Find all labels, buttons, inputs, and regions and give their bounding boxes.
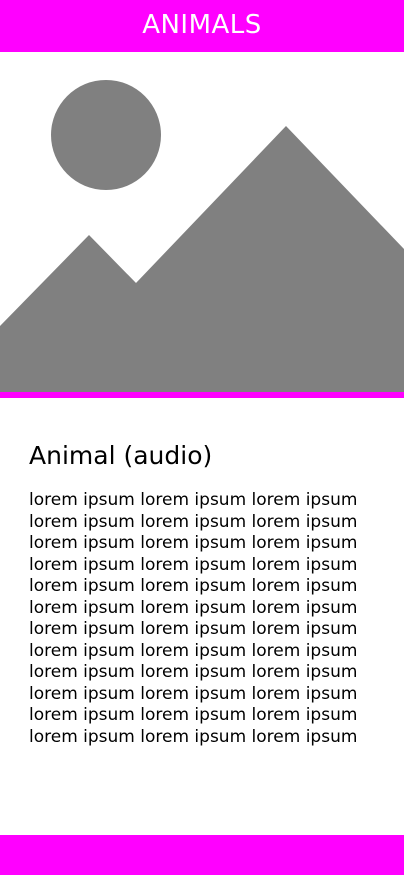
body-line: lorem ipsum lorem ipsum lorem ipsum — [29, 554, 358, 575]
article-body: lorem ipsum lorem ipsum lorem ipsum lore… — [29, 490, 389, 748]
body-line: lorem ipsum lorem ipsum lorem ipsum — [29, 619, 358, 639]
header-bar: ANIMALS — [0, 0, 404, 52]
body-line: lorem ipsum lorem ipsum lorem ipsum — [29, 640, 358, 661]
body-line: lorem ipsum lorem ipsum lorem ipsum — [29, 683, 358, 704]
body-line: lorem ipsum lorem ipsum lorem ipsum — [29, 597, 358, 618]
image-placeholder-icon — [0, 80, 404, 392]
footer-bar — [0, 835, 404, 875]
article-content: Animal (audio) lorem ipsum lorem ipsum l… — [29, 438, 389, 748]
body-line: lorem ipsum lorem ipsum lorem ipsum — [29, 490, 358, 510]
body-line: lorem ipsum lorem ipsum lorem ipsum — [29, 662, 358, 682]
body-line: lorem ipsum lorem ipsum lorem ipsum — [29, 511, 358, 532]
app-screen: ANIMALS Animal (audio) lorem ipsum lorem… — [0, 0, 404, 875]
hero-image — [0, 52, 404, 392]
body-line: lorem ipsum lorem ipsum lorem ipsum — [29, 705, 358, 725]
article-title: Animal (audio) — [29, 441, 213, 470]
body-line: lorem ipsum lorem ipsum lorem ipsum — [29, 533, 358, 553]
body-line: lorem ipsum lorem ipsum lorem ipsum — [29, 576, 358, 596]
page-title: ANIMALS — [142, 10, 262, 40]
body-line: lorem ipsum lorem ipsum lorem ipsum — [29, 726, 358, 747]
hero-divider — [0, 392, 404, 398]
sun-shape — [51, 80, 161, 190]
